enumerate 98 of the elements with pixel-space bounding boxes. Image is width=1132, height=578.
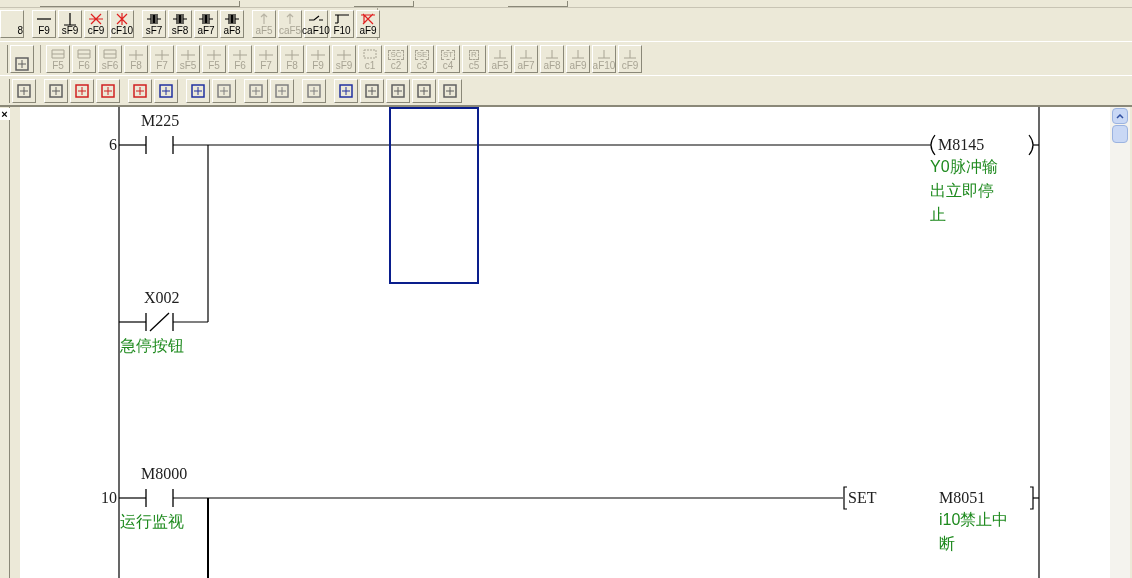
- ladder-symbol-icon: [570, 47, 586, 60]
- device-comment: 急停按钮: [120, 336, 184, 356]
- toolbar-button[interactable]: [386, 78, 410, 103]
- ladder-symbol-icon: [114, 12, 130, 26]
- ladder-symbol-icon: [518, 47, 534, 60]
- ladder-symbol-icon: [334, 12, 350, 26]
- ladder-symbol-icon: [102, 47, 118, 60]
- vertical-scrollbar[interactable]: [1110, 107, 1130, 578]
- normally-open-contact: [145, 135, 174, 155]
- ladder-symbol-icon: [88, 12, 104, 26]
- close-button[interactable]: ×: [0, 108, 10, 120]
- device-label: M8000: [141, 464, 188, 484]
- toolbar-button[interactable]: cF10: [110, 10, 134, 38]
- device-label: M8145: [938, 135, 985, 155]
- ladder-symbol-icon: [76, 47, 92, 60]
- normally-open-contact: [145, 488, 174, 508]
- instruction-label: SET: [848, 488, 877, 508]
- device-label: M225: [141, 111, 180, 131]
- toolbar-button[interactable]: [12, 78, 36, 103]
- scroll-thumb[interactable]: [1112, 125, 1128, 143]
- toolbar-button[interactable]: [270, 78, 294, 103]
- caret-up-icon: [1116, 113, 1124, 119]
- tool-icon: [416, 82, 432, 99]
- scroll-up-button[interactable]: [1112, 108, 1128, 124]
- tool-icon: [364, 82, 380, 99]
- toolbar-button[interactable]: sF9: [58, 10, 82, 38]
- ladder-symbol-icon: [310, 47, 326, 60]
- toolbar-button[interactable]: [70, 78, 94, 103]
- tool-icon: [216, 82, 232, 99]
- toolbar-button[interactable]: caF10: [304, 10, 328, 38]
- ladder-symbol-icon: [50, 47, 66, 60]
- tool-icon: [100, 82, 116, 99]
- toolbar-button[interactable]: sF7: [142, 10, 166, 38]
- ladder-symbol-icon: [146, 12, 162, 26]
- tool-icon: [338, 82, 354, 99]
- ladder-symbol-icon: [258, 47, 274, 60]
- toolbar-button[interactable]: [360, 78, 384, 103]
- ladder-symbol-icon: [596, 47, 612, 60]
- tool-icon: [48, 82, 64, 99]
- ladder-symbol-icon: [232, 47, 248, 60]
- device-comment: i10禁止中: [939, 510, 1009, 530]
- ladder-symbol-icon: [284, 47, 300, 60]
- ladder-symbol-icon: [206, 47, 222, 60]
- toolbar-button[interactable]: [186, 78, 210, 103]
- toolbar-button[interactable]: [302, 78, 326, 103]
- normally-closed-contact: [145, 312, 174, 332]
- tool-icon: [306, 82, 322, 99]
- toolbar-button[interactable]: [412, 78, 436, 103]
- device-label: X002: [144, 288, 180, 308]
- toolbar-button[interactable]: [212, 78, 236, 103]
- toolbar-button[interactable]: 8: [0, 10, 24, 38]
- device-comment: 止: [930, 205, 947, 225]
- ladder-symbol-icon: [128, 47, 144, 60]
- ladder-symbol-icon: [544, 47, 560, 60]
- ladder-symbol-icon: [154, 47, 170, 60]
- ladder-symbol-icon: [224, 12, 240, 26]
- ladder-symbol-icon: [360, 12, 376, 26]
- ladder-symbol-icon: [362, 47, 378, 60]
- tool-icon: [274, 82, 290, 99]
- ladder-symbol-icon: [336, 47, 352, 60]
- toolbar-button[interactable]: cF9: [84, 10, 108, 38]
- step-number: 10: [101, 488, 117, 508]
- toolbar-button[interactable]: [96, 78, 120, 103]
- toolbar-button[interactable]: aF9: [356, 10, 380, 38]
- ladder-symbol-icon: [492, 47, 508, 60]
- device-comment: 出立即停: [930, 181, 995, 201]
- tool-icon: [442, 82, 458, 99]
- tool-icon: [158, 82, 174, 99]
- toolbar-button[interactable]: aF8: [220, 10, 244, 38]
- instruction-icon: ST: [440, 49, 456, 60]
- ladder-symbol-icon: [62, 12, 78, 26]
- ladder-symbol-icon: [180, 47, 196, 60]
- ladder-symbol-icon: [172, 12, 188, 26]
- toolbar-button[interactable]: [128, 78, 152, 103]
- toolbar-button[interactable]: F9: [32, 10, 56, 38]
- device-comment: Y0脉冲输: [930, 157, 998, 177]
- toolbar-button[interactable]: [244, 78, 268, 103]
- tool-icon: [74, 82, 90, 99]
- toolbar-button[interactable]: sF8: [168, 10, 192, 38]
- toolbar-button[interactable]: [44, 78, 68, 103]
- toolbar-button[interactable]: [10, 44, 34, 73]
- toolbar-button[interactable]: [154, 78, 178, 103]
- tool-icon: [14, 55, 30, 72]
- ladder-symbol-icon: [198, 12, 214, 26]
- device-label: M8051: [939, 488, 986, 508]
- toolbar-button[interactable]: aF7: [194, 10, 218, 38]
- toolbar-button[interactable]: [334, 78, 358, 103]
- tool-icon: [248, 82, 264, 99]
- tool-icon: [132, 82, 148, 99]
- step-number: 6: [109, 135, 117, 155]
- toolbar-button[interactable]: F10: [330, 10, 354, 38]
- ladder-symbol-icon: [622, 47, 638, 60]
- device-comment: 运行监视: [120, 512, 184, 532]
- device-comment: 断: [939, 534, 956, 554]
- toolbar-button[interactable]: [438, 78, 462, 103]
- tool-icon: [390, 82, 406, 99]
- tool-icon: [16, 82, 32, 99]
- tool-icon: [190, 82, 206, 99]
